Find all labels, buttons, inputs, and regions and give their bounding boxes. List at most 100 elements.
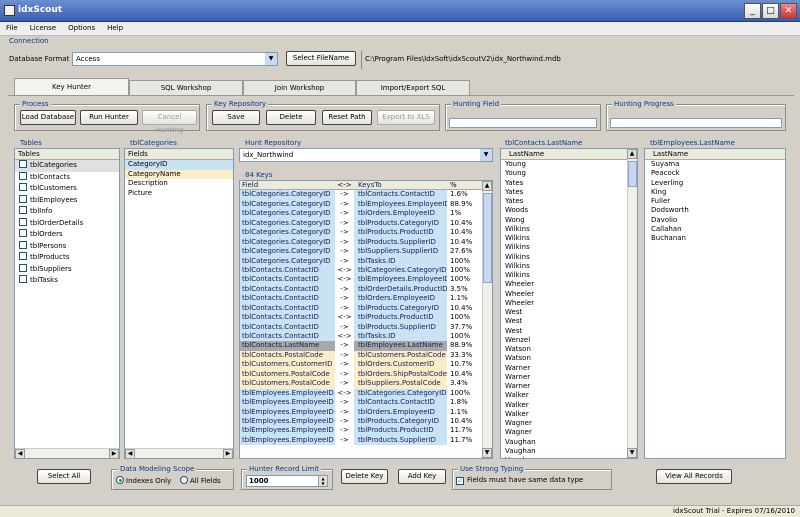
scroll-down-icon[interactable]: ▼: [627, 448, 637, 458]
close-button[interactable]: ✕: [780, 3, 797, 19]
checkmark-icon[interactable]: ✓: [456, 477, 464, 485]
strong-typing-checkbox[interactable]: ✓ Fields must have same data type: [454, 476, 583, 485]
key-row[interactable]: tblEmployees.EmployeeID <-> tblCategories.…: [240, 388, 492, 399]
scope-all-radio[interactable]: All Fields: [180, 476, 221, 485]
scope-indexes-radio[interactable]: Indexes Only: [116, 476, 171, 485]
contact-lastname-item[interactable]: Wong: [501, 216, 637, 225]
table-list-item[interactable]: tblOrderDetails: [15, 217, 119, 230]
contact-lastname-item[interactable]: Wilkins: [501, 262, 637, 271]
key-row[interactable]: tblCustomers.PostalCode -> tblOrders.ShipP…: [240, 369, 492, 380]
key-row[interactable]: tblContacts.ContactID <-> tblCategories.Ca…: [240, 265, 492, 276]
contact-lastname-item[interactable]: Woods: [501, 206, 637, 215]
checkbox-icon[interactable]: [19, 217, 27, 226]
contacts-vscroll[interactable]: ▲ ▼: [627, 149, 637, 458]
save-button[interactable]: Save: [212, 110, 260, 125]
delete-key-button[interactable]: Delete Key: [341, 469, 388, 484]
checkbox-icon[interactable]: [19, 252, 27, 260]
contact-lastname-item[interactable]: West: [501, 308, 637, 317]
chevron-down-icon[interactable]: ▼: [265, 53, 277, 65]
contact-lastname-item[interactable]: Wheeler: [501, 280, 637, 289]
scroll-left-icon[interactable]: ◀: [125, 449, 135, 459]
contact-lastname-item[interactable]: Yates: [501, 179, 637, 188]
key-row[interactable]: tblCustomers.CustomerID -> tblOrders.Custo…: [240, 360, 492, 370]
checkbox-icon[interactable]: [19, 206, 27, 214]
key-row[interactable]: tblContacts.ContactID <-> tblEmployees.Emp…: [240, 275, 492, 285]
employee-lastname-item[interactable]: Peacock: [645, 169, 785, 178]
contact-lastname-item[interactable]: Wilkins: [501, 271, 637, 280]
key-row[interactable]: tblContacts.ContactID -> tblOrderDetails.P…: [240, 284, 492, 295]
key-row[interactable]: tblContacts.ContactID <-> tblTasks.ID 100%: [240, 332, 492, 342]
scroll-thumb[interactable]: [483, 193, 492, 283]
tab-sql-workshop[interactable]: SQL Workshop: [129, 80, 243, 95]
hunt-repo-select[interactable]: idx_Northwind ▼: [239, 148, 493, 162]
field-list-item[interactable]: Description: [125, 179, 233, 189]
field-list-item[interactable]: CategoryID: [125, 160, 233, 170]
radio-unchecked-icon[interactable]: [180, 476, 188, 484]
key-row[interactable]: tblCategories.CategoryID -> tblContacts.Co…: [240, 190, 492, 200]
maximize-button[interactable]: □: [762, 3, 779, 19]
checkbox-icon[interactable]: [19, 183, 27, 191]
key-row[interactable]: tblContacts.ContactID -> tblProducts.Categ…: [240, 303, 492, 314]
scroll-left-icon[interactable]: ◀: [15, 449, 25, 459]
checkbox-icon[interactable]: [19, 171, 27, 180]
scroll-right-icon[interactable]: ▶: [109, 449, 119, 459]
table-list-item[interactable]: tblEmployees: [15, 194, 119, 207]
employee-lastname-item[interactable]: Suyama: [645, 160, 785, 169]
contact-lastname-item[interactable]: Wilkins: [501, 243, 637, 252]
contact-lastname-item[interactable]: Wheeler: [501, 299, 637, 308]
scroll-down-icon[interactable]: ▼: [482, 448, 492, 458]
fields-list[interactable]: Fields CategoryID CategoryName Description…: [124, 148, 234, 459]
select-all-button[interactable]: Select All: [37, 469, 91, 484]
export-xls-button[interactable]: Export to XLS: [377, 110, 435, 125]
key-row[interactable]: tblEmployees.EmployeeID -> tblProducts.Pro…: [240, 426, 492, 436]
key-row[interactable]: tblCategories.CategoryID -> tblOrders.Empl…: [240, 209, 492, 219]
key-row[interactable]: tblContacts.LastName -> tblEmployees.LastN…: [240, 341, 492, 351]
minimize-button[interactable]: _: [744, 3, 761, 19]
contact-lastname-item[interactable]: Warner: [501, 382, 637, 391]
scroll-up-icon[interactable]: ▲: [627, 149, 637, 159]
employee-lastname-item[interactable]: Davolio: [645, 216, 785, 225]
key-row[interactable]: tblEmployees.EmployeeID -> tblProducts.Sup…: [240, 435, 492, 446]
menu-file[interactable]: File: [0, 22, 24, 35]
fields-hscroll[interactable]: ◀ ▶: [125, 448, 233, 459]
contact-lastname-item[interactable]: Walker: [501, 410, 637, 419]
contact-lastname-item[interactable]: Young: [501, 160, 637, 169]
table-list-item[interactable]: tblTasks: [15, 275, 119, 287]
scroll-up-icon[interactable]: ▲: [482, 181, 492, 191]
contact-lastname-item[interactable]: Wagner: [501, 419, 637, 428]
contacts-lastname-list[interactable]: LastName Young Young Yates Yates Yates Woods W…: [500, 148, 638, 459]
contact-lastname-item[interactable]: Wilkins: [501, 234, 637, 243]
employee-lastname-item[interactable]: King: [645, 188, 785, 197]
key-row[interactable]: tblCustomers.PostalCode -> tblSuppliers.Po…: [240, 379, 492, 389]
table-list-item[interactable]: tblPersons: [15, 240, 119, 253]
checkbox-icon[interactable]: [19, 263, 27, 272]
scroll-right-icon[interactable]: ▶: [223, 449, 233, 459]
contact-lastname-item[interactable]: Watson: [501, 354, 637, 363]
checkbox-icon[interactable]: [19, 275, 27, 283]
contact-lastname-item[interactable]: Walker: [501, 401, 637, 410]
tab-join-workshop[interactable]: Join Workshop: [243, 80, 356, 95]
contact-lastname-item[interactable]: Warner: [501, 364, 637, 373]
keys-vscroll[interactable]: ▲ ▼: [482, 181, 492, 458]
key-row[interactable]: tblEmployees.EmployeeID -> tblContacts.Con…: [240, 398, 492, 408]
key-row[interactable]: tblContacts.PostalCode -> tblCustomers.Pos…: [240, 350, 492, 361]
keys-grid[interactable]: Field <-> KeysTo % tblCategories.Categor…: [239, 180, 493, 459]
key-row[interactable]: tblContacts.ContactID -> tblOrders.Employe…: [240, 294, 492, 304]
tables-hscroll[interactable]: ◀ ▶: [15, 448, 119, 459]
contact-lastname-item[interactable]: Young: [501, 169, 637, 178]
contact-lastname-item[interactable]: Walker: [501, 391, 637, 400]
key-row[interactable]: tblCategories.CategoryID -> tblSuppliers.S…: [240, 247, 492, 257]
contact-lastname-item[interactable]: Wilkins: [501, 253, 637, 262]
contact-lastname-item[interactable]: Wenzel: [501, 336, 637, 345]
checkbox-icon[interactable]: [19, 160, 27, 168]
tables-list[interactable]: Tables tblCategories tblContacts tblCustom…: [14, 148, 120, 459]
limit-input[interactable]: 1000 ▲ ▼: [246, 475, 328, 487]
select-file-button[interactable]: Select FileName: [286, 51, 356, 66]
contact-lastname-item[interactable]: West: [501, 327, 637, 336]
checkbox-icon[interactable]: [19, 194, 27, 203]
table-list-item[interactable]: tblContacts: [15, 171, 119, 184]
employees-lastname-list[interactable]: LastName Suyama Peacock Leverling King Fulle…: [644, 148, 786, 459]
field-list-item[interactable]: CategoryName: [125, 169, 233, 179]
db-format-select[interactable]: Access ▼: [72, 52, 278, 66]
employee-lastname-item[interactable]: Fuller: [645, 197, 785, 206]
